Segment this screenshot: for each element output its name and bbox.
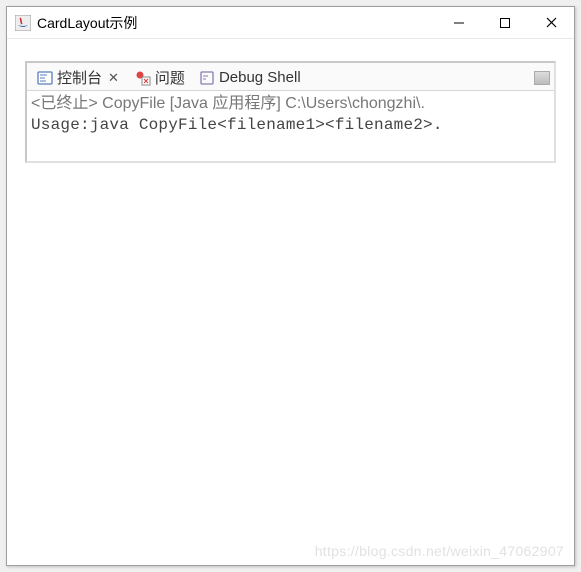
close-tab-icon[interactable]: ✕ xyxy=(106,70,121,86)
debug-shell-icon xyxy=(199,70,215,86)
tab-problems-label: 问题 xyxy=(155,67,185,88)
console-output[interactable]: <已终止> CopyFile [Java 应用程序] C:\Users\chon… xyxy=(27,91,554,161)
close-button[interactable] xyxy=(528,7,574,38)
window-title: CardLayout示例 xyxy=(37,13,436,33)
problems-icon xyxy=(135,70,151,86)
usage-line: Usage:java CopyFile<filename1><filename2… xyxy=(31,115,550,137)
window-controls xyxy=(436,7,574,38)
termination-status: <已终止> CopyFile [Java 应用程序] C:\Users\chon… xyxy=(31,93,550,115)
tab-debug-label: Debug Shell xyxy=(219,69,301,86)
tab-menu-button[interactable] xyxy=(534,71,550,85)
tab-console-label: 控制台 xyxy=(57,67,102,88)
title-bar[interactable]: CardLayout示例 xyxy=(7,7,574,39)
tab-debug-shell[interactable]: Debug Shell xyxy=(193,67,307,88)
console-icon xyxy=(37,70,53,86)
client-area: 控制台 ✕ 问题 xyxy=(7,39,574,565)
tab-console[interactable]: 控制台 ✕ xyxy=(31,65,127,90)
app-window: CardLayout示例 xyxy=(6,6,575,566)
tab-bar: 控制台 ✕ 问题 xyxy=(27,63,554,91)
tab-problems[interactable]: 问题 xyxy=(129,65,191,90)
maximize-button[interactable] xyxy=(482,7,528,38)
watermark: https://blog.csdn.net/weixin_47062907 xyxy=(315,543,564,559)
console-panel: 控制台 ✕ 问题 xyxy=(25,61,556,163)
java-app-icon xyxy=(15,15,31,31)
minimize-button[interactable] xyxy=(436,7,482,38)
